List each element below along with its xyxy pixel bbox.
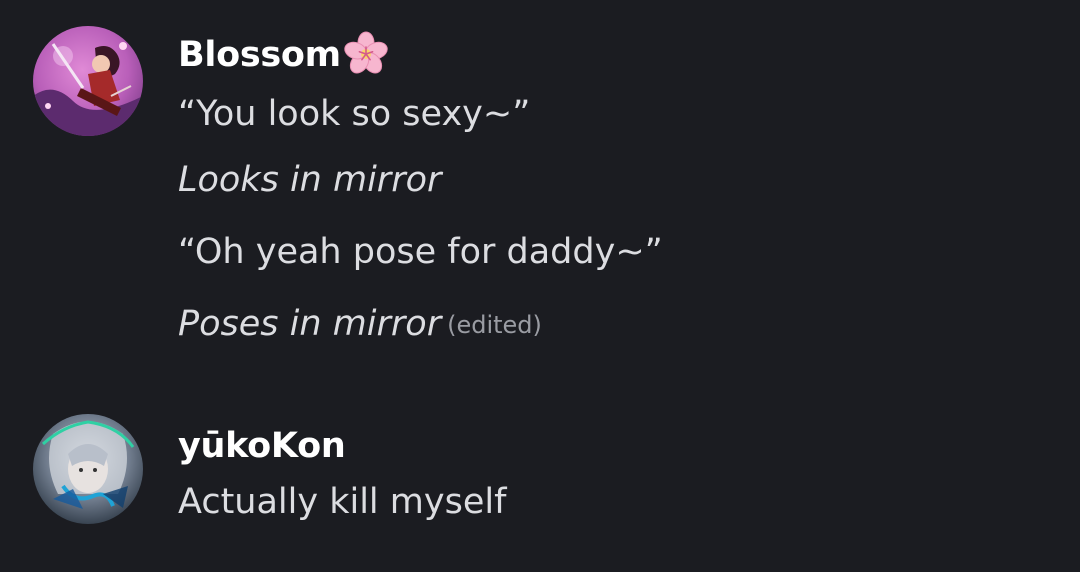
message-content: yūkoKon Actually kill myself [178, 414, 1058, 526]
username[interactable]: Blossom [178, 35, 341, 75]
author-line: Blossom [178, 26, 1058, 84]
edited-label: (edited) [447, 311, 542, 339]
message-line-italic: Poses in mirror [178, 304, 442, 344]
cherry-blossom-icon [343, 31, 389, 77]
avatar[interactable] [33, 26, 143, 136]
avatar-image [33, 414, 143, 524]
message-line: Actually kill myself [178, 482, 507, 522]
message-line: “Oh yeah pose for daddy~” [178, 232, 663, 272]
author-line: yūkoKon [178, 414, 1058, 478]
avatar-image [33, 26, 143, 136]
message-line-last: Poses in mirror (edited) [178, 288, 1058, 360]
username[interactable]: yūkoKon [178, 426, 346, 466]
message-line-italic: Looks in mirror [178, 160, 442, 200]
chat-log: Blossom “You look so sexy~” Looks in mir… [0, 0, 1080, 572]
message-content: Blossom “You look so sexy~” Looks in mir… [178, 26, 1058, 360]
message-line: “You look so sexy~” [178, 94, 531, 134]
avatar[interactable] [33, 414, 143, 524]
